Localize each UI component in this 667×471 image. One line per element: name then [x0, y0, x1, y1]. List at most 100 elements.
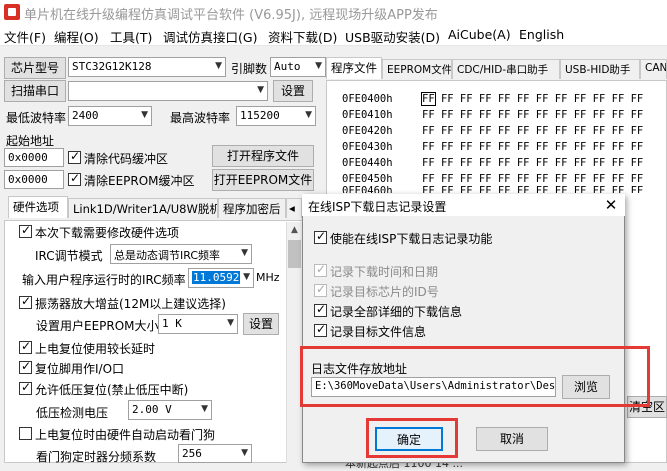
scan-port-button[interactable]: 扫描串口 [4, 80, 66, 102]
record-chip-id-checkbox[interactable] [314, 282, 327, 297]
hex-cursor [421, 92, 436, 106]
menu-usb-driver[interactable]: USB驱动安装(D) [345, 27, 440, 46]
watchdog-divider-value: 256 [182, 447, 202, 460]
menu-tools[interactable]: 工具(T) [110, 27, 152, 46]
menu-aicube[interactable]: AiCube(A) [448, 27, 511, 42]
port-settings-button[interactable]: 设置 [273, 80, 313, 102]
eeprom-size-set-button[interactable]: 设置 [243, 313, 279, 335]
chevron-down-icon: ▼ [243, 272, 250, 282]
code-start-address-input[interactable]: 0x0000 [4, 148, 64, 167]
enable-log-label: 使能在线ISP下载日志记录功能 [330, 232, 493, 246]
irc-frequency-label: 输入用户程序运行时的IRC频率 [22, 273, 186, 287]
min-baud-label: 最低波特率 [6, 111, 67, 125]
low-voltage-reset-label: 允许低压复位(禁止低压中断) [35, 383, 189, 397]
menu-debug[interactable]: 调试仿真接口(G) [163, 27, 257, 46]
tab-serial-assistant[interactable]: CDC/HID-串口助手 [452, 59, 560, 79]
record-detail-label: 记录全部详细的下载信息 [330, 305, 463, 319]
min-baud-select[interactable]: 2400 ▼ [68, 106, 152, 126]
window-title: 单片机在线升级编程仿真调试平台软件 (V6.95J), 远程现场升级APP发布 [24, 8, 438, 23]
low-voltage-detect-value: 2.00 V [132, 403, 172, 416]
chevron-down-icon: ▼ [257, 85, 264, 95]
irc-mode-select[interactable]: 总是动态调节IRC频率 ▼ [110, 244, 252, 264]
menu-program[interactable]: 编程(O) [54, 27, 99, 46]
port-select[interactable]: ▼ [68, 81, 268, 101]
open-program-file-button[interactable]: 打开程序文件 [212, 145, 314, 167]
low-voltage-detect-label: 低压检测电压 [36, 406, 109, 420]
clear-code-buffer-checkbox[interactable] [68, 149, 81, 164]
hex-address: 0FE0450h [342, 173, 393, 185]
hex-address: 0FE0410h [342, 109, 393, 121]
chevron-down-icon: ▼ [241, 448, 248, 458]
tab-eeprom-file[interactable]: EEPROM文件 [382, 59, 452, 79]
chip-model-value: STC32G12K128 [72, 60, 152, 73]
ok-annotation-box [366, 418, 458, 458]
tab-scroll-left-icon[interactable]: ◂ [286, 198, 302, 218]
menu-bar: 文件(F) 编程(O) 工具(T) 调试仿真接口(G) 资料下载(D) USB驱… [0, 24, 667, 46]
close-icon[interactable]: ✕ [600, 196, 622, 214]
record-detail-checkbox[interactable] [314, 302, 327, 317]
chip-model-select[interactable]: STC32G12K128 ▼ [68, 57, 226, 77]
cancel-button[interactable]: 取消 [476, 427, 548, 451]
max-baud-label: 最高波特率 [170, 111, 231, 125]
watchdog-divider-label: 看门狗定时器分频系数 [36, 450, 157, 464]
auto-watchdog-label: 上电复位时由硬件自动启动看门狗 [35, 428, 216, 442]
chevron-down-icon: ▼ [241, 248, 248, 258]
hex-bytes: FF FF FF FF FF FF FF FF FF FF FF FF [422, 157, 644, 169]
scroll-up-icon[interactable]: ▲ [286, 222, 303, 239]
max-baud-select[interactable]: 115200 ▼ [236, 106, 316, 126]
menu-english[interactable]: English [519, 27, 564, 42]
modify-hw-options-checkbox[interactable] [19, 223, 32, 238]
open-eeprom-file-button[interactable]: 打开EEPROM文件 [212, 169, 314, 191]
chevron-down-icon: ▼ [215, 61, 222, 71]
tab-usb-hid-assistant[interactable]: USB-HID助手 [560, 59, 640, 79]
eeprom-start-address-input[interactable]: 0x0000 [4, 170, 64, 189]
chevron-down-icon: ▼ [227, 318, 234, 328]
record-file-info-checkbox[interactable] [314, 322, 327, 337]
eeprom-size-select[interactable]: 1 K ▼ [158, 314, 238, 334]
irc-mode-value: 总是动态调节IRC频率 [114, 249, 221, 262]
hex-row: 0FE0430h FF FF FF FF FF FF FF FF FF FF FF… [342, 141, 643, 153]
tab-can[interactable]: CAN [640, 59, 667, 79]
irc-frequency-value: 11.0592 [192, 271, 241, 284]
chevron-down-icon: ▼ [305, 110, 312, 120]
pin-count-value: Auto [274, 60, 301, 73]
scrollbar-thumb[interactable] [288, 240, 301, 268]
hex-bytes: FF FF FF FF FF FF FF FF FF FF FF FF [422, 109, 644, 121]
record-time-label: 记录下载时间和日期 [330, 265, 439, 279]
irc-mode-label: IRC调节模式 [35, 249, 103, 263]
enable-log-checkbox[interactable] [314, 229, 327, 244]
start-address-label: 起始地址 [6, 134, 55, 148]
menu-file[interactable]: 文件(F) [4, 27, 46, 46]
hex-row: 0FE0440h FF FF FF FF FF FF FF FF FF FF FF… [342, 157, 643, 169]
eeprom-size-value: 1 K [162, 317, 182, 330]
hex-bytes: FF FF FF FF FF FF FF FF FF FF FF FF [422, 141, 644, 153]
pin-count-select[interactable]: Auto ▼ [270, 57, 326, 77]
tab-offline-programmer[interactable]: Link1D/Writer1A/U8W脱机 [68, 198, 218, 218]
tab-program-file[interactable]: 程序文件 [326, 57, 382, 79]
oscillator-gain-label: 振荡器放大增益(12M以上建议选择) [35, 297, 226, 311]
irc-frequency-select[interactable]: 11.0592 ▼ [188, 268, 254, 288]
hex-row: 0FE0420h FF FF FF FF FF FF FF FF FF FF FF… [342, 125, 643, 137]
low-voltage-detect-select[interactable]: 2.00 V ▼ [128, 400, 212, 420]
reset-pin-io-checkbox[interactable] [19, 359, 32, 374]
watchdog-divider-select[interactable]: 256 ▼ [178, 444, 252, 463]
hex-row: 0FE0410h FF FF FF FF FF FF FF FF FF FF FF… [342, 109, 643, 121]
clear-code-buffer-label: 清除代码缓冲区 [84, 152, 169, 166]
record-time-checkbox[interactable] [314, 262, 327, 277]
hex-address: 0FE0460h [342, 185, 393, 193]
menu-download[interactable]: 资料下载(D) [268, 27, 337, 46]
clear-eeprom-buffer-checkbox[interactable] [68, 171, 81, 186]
tab-encryption[interactable]: 程序加密后 [218, 198, 286, 218]
reset-pin-io-label: 复位脚用作I/O口 [35, 362, 125, 376]
power-on-long-delay-checkbox[interactable] [19, 339, 32, 354]
auto-watchdog-checkbox[interactable] [19, 427, 32, 440]
pin-count-label: 引脚数 [231, 62, 268, 76]
chevron-down-icon: ▼ [315, 61, 322, 71]
chevron-down-icon: ▼ [201, 404, 208, 414]
oscillator-gain-checkbox[interactable] [19, 294, 32, 309]
low-voltage-reset-checkbox[interactable] [19, 380, 32, 395]
hex-address: 0FE0440h [342, 157, 393, 169]
hex-row: 0FE0460h FF FF FF FF FF FF FF FF FF FF FF… [342, 185, 643, 193]
tab-hardware-options[interactable]: 硬件选项 [8, 196, 68, 218]
record-file-info-label: 记录目标文件信息 [330, 325, 427, 339]
